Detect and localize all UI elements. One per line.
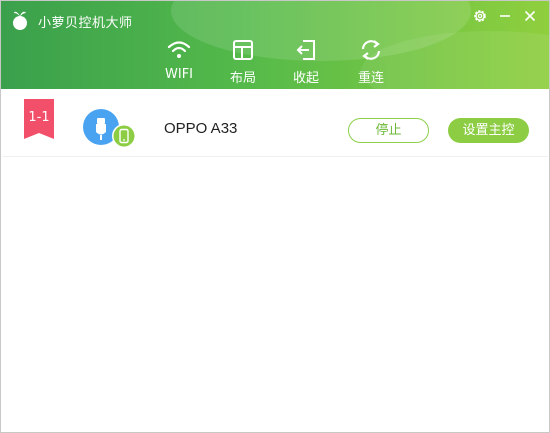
radish-logo-icon bbox=[13, 11, 27, 30]
app-title: 小萝贝控机大师 bbox=[38, 16, 133, 31]
minimize-icon[interactable] bbox=[497, 8, 513, 24]
reconnect-icon bbox=[361, 40, 381, 60]
device-name: OPPO A33 bbox=[164, 120, 238, 137]
close-icon[interactable] bbox=[522, 8, 538, 24]
collapse-icon bbox=[296, 40, 315, 60]
device-index-badge: 1-1 bbox=[24, 99, 54, 139]
wifi-icon bbox=[167, 41, 191, 58]
set-master-button[interactable]: 设置主控 bbox=[448, 118, 529, 143]
gear-icon[interactable] bbox=[472, 8, 488, 24]
toolbar-wifi-label: WIFI bbox=[165, 67, 193, 82]
toolbar-reconnect-label: 重连 bbox=[357, 71, 384, 86]
app-window: 小萝贝控机大师 WIFI 布局 收起 重连 1-1 OPPO A33 停止 设置… bbox=[0, 0, 550, 433]
title-bar: 小萝贝控机大师 WIFI 布局 收起 重连 bbox=[1, 1, 549, 89]
toolbar-collapse-label: 收起 bbox=[292, 71, 319, 86]
toolbar-layout-label: 布局 bbox=[229, 71, 256, 86]
device-index-label: 1-1 bbox=[28, 110, 50, 125]
stop-button[interactable]: 停止 bbox=[348, 118, 429, 143]
toolbar-collapse-button[interactable]: 收起 bbox=[281, 37, 331, 87]
toolbar-wifi-button[interactable]: WIFI bbox=[154, 37, 204, 87]
layout-icon bbox=[233, 40, 253, 60]
toolbar-reconnect-button[interactable]: 重连 bbox=[346, 37, 396, 87]
usb-icon bbox=[83, 109, 136, 148]
toolbar-layout-button[interactable]: 布局 bbox=[218, 37, 268, 87]
